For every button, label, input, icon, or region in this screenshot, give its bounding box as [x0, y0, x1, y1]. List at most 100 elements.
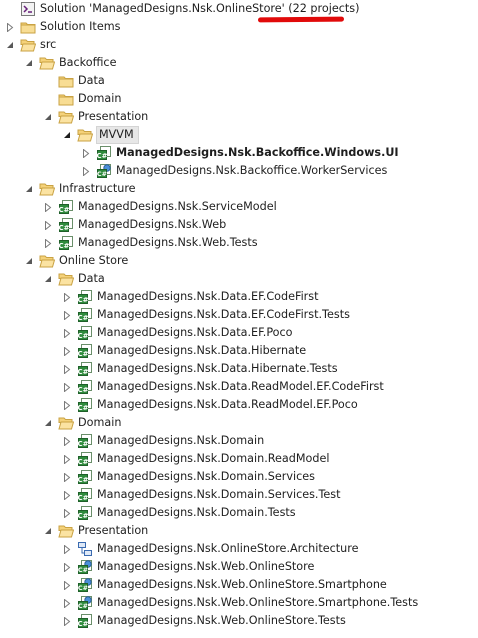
- tree-node-project-web[interactable]: C# ManagedDesigns.Nsk.Web: [42, 216, 226, 234]
- tree-node-label: ManagedDesigns.Nsk.Data.ReadModel.EF.Poc…: [97, 398, 358, 411]
- tree-node-label: ManagedDesigns.Nsk.Web.OnlineStore.Tests: [97, 614, 346, 627]
- tree-node-label: ManagedDesigns.Nsk.Data.Hibernate.Tests: [97, 362, 338, 375]
- collapse-arrow-icon[interactable]: [42, 522, 54, 540]
- csharp-project-icon: C#: [77, 307, 93, 323]
- tree-node-label: ManagedDesigns.Nsk.Web.OnlineStore.Smart…: [97, 578, 387, 591]
- collapse-arrow-icon[interactable]: [23, 54, 35, 72]
- expand-arrow-icon[interactable]: [61, 468, 73, 486]
- svg-text:C#: C#: [96, 152, 107, 160]
- expand-arrow-icon[interactable]: [4, 18, 16, 36]
- folder-open-icon: [58, 415, 74, 431]
- collapse-arrow-icon[interactable]: [23, 180, 35, 198]
- tree-node-project-web-onlinestore-tests[interactable]: C# ManagedDesigns.Nsk.Web.OnlineStore.Tes…: [61, 612, 346, 630]
- expand-arrow-icon[interactable]: [61, 378, 73, 396]
- csharp-project-icon: C#: [77, 469, 93, 485]
- tree-node-solution-root[interactable]: Solution 'ManagedDesigns.Nsk.OnlineStore…: [4, 0, 359, 18]
- expand-arrow-icon[interactable]: [42, 198, 54, 216]
- expand-arrow-icon[interactable]: [80, 162, 92, 180]
- collapse-arrow-icon[interactable]: [42, 108, 54, 126]
- collapse-arrow-icon[interactable]: [61, 126, 73, 144]
- csharp-web-project-icon: C#: [77, 559, 93, 575]
- expand-arrow-icon[interactable]: [61, 486, 73, 504]
- expand-arrow-icon[interactable]: [61, 306, 73, 324]
- tree-node-label: ManagedDesigns.Nsk.ServiceModel: [78, 200, 277, 213]
- svg-text:C#: C#: [77, 296, 88, 304]
- folder-open-icon: [58, 523, 74, 539]
- tree-node-label: ManagedDesigns.Nsk.Backoffice.Windows.UI: [116, 146, 399, 159]
- expand-arrow-icon[interactable]: [80, 144, 92, 162]
- csharp-project-icon: C#: [77, 451, 93, 467]
- tree-node-onlinestore-data-folder[interactable]: Data: [42, 270, 105, 288]
- arrow-spacer: [42, 72, 54, 90]
- collapse-arrow-icon[interactable]: [4, 36, 16, 54]
- expand-arrow-icon[interactable]: [42, 216, 54, 234]
- tree-node-project-data-readmodel-ef-poco[interactable]: C# ManagedDesigns.Nsk.Data.ReadModel.EF.P…: [61, 396, 358, 414]
- expand-arrow-icon[interactable]: [61, 342, 73, 360]
- expand-arrow-icon[interactable]: [61, 324, 73, 342]
- tree-node-project-backoffice-workerservices[interactable]: C# ManagedDesigns.Nsk.Backoffice.WorkerSe…: [80, 162, 387, 180]
- tree-node-online-store-folder[interactable]: Online Store: [23, 252, 128, 270]
- tree-node-project-data-hibernate-tests[interactable]: C# ManagedDesigns.Nsk.Data.Hibernate.Test…: [61, 360, 338, 378]
- tree-node-project-web-onlinestore-smartphone[interactable]: C# ManagedDesigns.Nsk.Web.OnlineStore.Sma…: [61, 576, 387, 594]
- tree-node-solution-items-folder[interactable]: Solution Items: [4, 18, 120, 36]
- tree-node-project-web-onlinestore[interactable]: C# ManagedDesigns.Nsk.Web.OnlineStore: [61, 558, 314, 576]
- csharp-project-icon: C#: [58, 217, 74, 233]
- svg-text:C#: C#: [77, 440, 88, 448]
- modeling-project-icon: [77, 541, 93, 557]
- expand-arrow-icon[interactable]: [61, 540, 73, 558]
- tree-node-project-domain-services[interactable]: C# ManagedDesigns.Nsk.Domain.Services: [61, 468, 315, 486]
- tree-node-project-domain-tests[interactable]: C# ManagedDesigns.Nsk.Domain.Tests: [61, 504, 296, 522]
- expand-arrow-icon[interactable]: [61, 576, 73, 594]
- folder-open-icon: [20, 37, 36, 53]
- csharp-project-icon: C#: [58, 199, 74, 215]
- tree-node-project-data-ef-codefirst[interactable]: C# ManagedDesigns.Nsk.Data.EF.CodeFirst: [61, 288, 319, 306]
- svg-text:C#: C#: [77, 350, 88, 358]
- tree-node-project-domain-readmodel[interactable]: C# ManagedDesigns.Nsk.Domain.ReadModel: [61, 450, 329, 468]
- tree-node-infrastructure-folder[interactable]: Infrastructure: [23, 180, 136, 198]
- tree-node-project-data-ef-poco[interactable]: C# ManagedDesigns.Nsk.Data.EF.Poco: [61, 324, 293, 342]
- solution-explorer-tree: Solution 'ManagedDesigns.Nsk.OnlineStore…: [0, 0, 478, 638]
- tree-node-project-backoffice-windows-ui[interactable]: C# ManagedDesigns.Nsk.Backoffice.Windows.…: [80, 144, 399, 162]
- expand-arrow-icon[interactable]: [61, 360, 73, 378]
- tree-node-onlinestore-presentation-folder[interactable]: Presentation: [42, 522, 148, 540]
- expand-arrow-icon[interactable]: [61, 450, 73, 468]
- tree-node-project-web-onlinestore-smartphone-tests[interactable]: C# ManagedDesigns.Nsk.Web.OnlineStore.Sma…: [61, 594, 418, 612]
- tree-node-label: ManagedDesigns.Nsk.Web.OnlineStore: [97, 560, 315, 573]
- tree-node-label: ManagedDesigns.Nsk.Domain.Services.Test: [97, 488, 341, 501]
- tree-node-label: Data: [78, 74, 105, 87]
- expand-arrow-icon[interactable]: [61, 504, 73, 522]
- tree-node-label: Domain: [78, 416, 122, 429]
- tree-node-src-folder[interactable]: src: [4, 36, 56, 54]
- tree-node-backoffice-presentation-folder[interactable]: Presentation: [42, 108, 148, 126]
- expand-arrow-icon[interactable]: [61, 612, 73, 630]
- tree-node-backoffice-folder[interactable]: Backoffice: [23, 54, 116, 72]
- tree-node-project-onlinestore-architecture[interactable]: ManagedDesigns.Nsk.OnlineStore.Architect…: [61, 540, 359, 558]
- tree-node-backoffice-data-folder[interactable]: Data: [42, 72, 105, 90]
- tree-node-backoffice-domain-folder[interactable]: Domain: [42, 90, 121, 108]
- tree-node-onlinestore-domain-folder[interactable]: Domain: [42, 414, 121, 432]
- tree-node-project-data-readmodel-ef-codefirst[interactable]: C# ManagedDesigns.Nsk.Data.ReadModel.EF.C…: [61, 378, 384, 396]
- svg-text:C#: C#: [77, 314, 88, 322]
- collapse-arrow-icon[interactable]: [42, 414, 54, 432]
- tree-node-project-servicemodel[interactable]: C# ManagedDesigns.Nsk.ServiceModel: [42, 198, 277, 216]
- tree-node-mvvm-folder[interactable]: MVVM: [61, 126, 139, 144]
- tree-node-label: Presentation: [78, 524, 149, 537]
- expand-arrow-icon[interactable]: [61, 558, 73, 576]
- expand-arrow-icon[interactable]: [61, 594, 73, 612]
- expand-arrow-icon[interactable]: [42, 234, 54, 252]
- expand-arrow-icon[interactable]: [61, 396, 73, 414]
- folder-icon: [58, 73, 74, 89]
- tree-node-label: MVVM: [96, 126, 139, 144]
- tree-node-project-data-ef-codefirst-tests[interactable]: C# ManagedDesigns.Nsk.Data.EF.CodeFirst.T…: [61, 306, 350, 324]
- csharp-project-icon: C#: [77, 289, 93, 305]
- collapse-arrow-icon[interactable]: [23, 252, 35, 270]
- tree-node-project-domain[interactable]: C# ManagedDesigns.Nsk.Domain: [61, 432, 264, 450]
- svg-text:C#: C#: [58, 224, 69, 232]
- tree-node-project-data-hibernate[interactable]: C# ManagedDesigns.Nsk.Data.Hibernate: [61, 342, 306, 360]
- tree-node-project-web-tests[interactable]: C# ManagedDesigns.Nsk.Web.Tests: [42, 234, 258, 252]
- tree-node-project-domain-services-test[interactable]: C# ManagedDesigns.Nsk.Domain.Services.Tes…: [61, 486, 341, 504]
- folder-open-icon: [39, 55, 55, 71]
- expand-arrow-icon[interactable]: [61, 432, 73, 450]
- collapse-arrow-icon[interactable]: [42, 270, 54, 288]
- expand-arrow-icon[interactable]: [61, 288, 73, 306]
